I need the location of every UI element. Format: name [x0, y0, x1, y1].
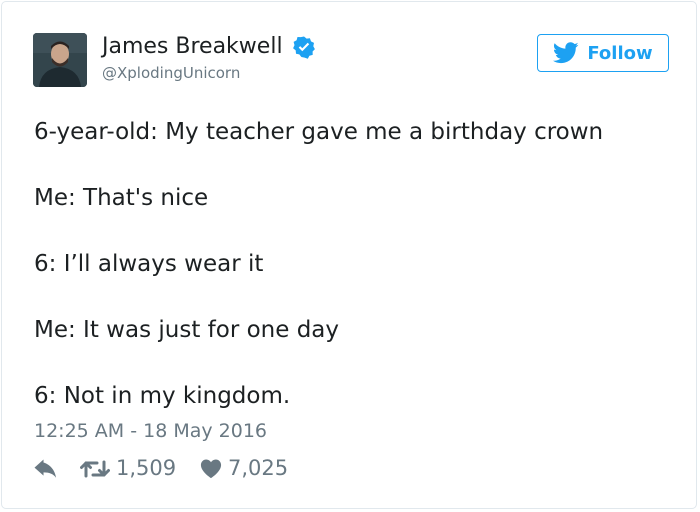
twitter-bird-icon	[553, 42, 579, 64]
tweet-text-line: 6: Not in my kingdom.	[34, 383, 291, 409]
tweet-text-line: 6: I’ll always wear it	[34, 251, 264, 277]
like-count[interactable]: 7,025	[228, 456, 288, 480]
follow-button[interactable]: Follow	[537, 34, 669, 72]
author-name-row[interactable]: James Breakwell	[102, 34, 316, 59]
verified-badge-icon	[292, 36, 315, 59]
tweet-text-line: Me: That's nice	[34, 185, 209, 211]
tweet-timestamp[interactable]: 12:25 AM - 18 May 2016	[34, 420, 267, 442]
reply-icon[interactable]	[34, 459, 58, 479]
author-name[interactable]: James Breakwell	[102, 34, 283, 59]
avatar-image	[33, 33, 87, 87]
retweet-count[interactable]: 1,509	[116, 456, 176, 480]
tweet-card: James Breakwell @XplodingUnicorn Follow …	[1, 1, 697, 509]
tweet-text-line: 6-year-old: My teacher gave me a birthda…	[34, 119, 604, 145]
avatar[interactable]	[33, 33, 87, 87]
tweet-text-line: Me: It was just for one day	[34, 317, 339, 343]
heart-icon[interactable]	[200, 458, 222, 479]
author-handle[interactable]: @XplodingUnicorn	[102, 64, 240, 82]
follow-button-label: Follow	[587, 42, 653, 64]
retweet-icon[interactable]	[80, 458, 110, 480]
